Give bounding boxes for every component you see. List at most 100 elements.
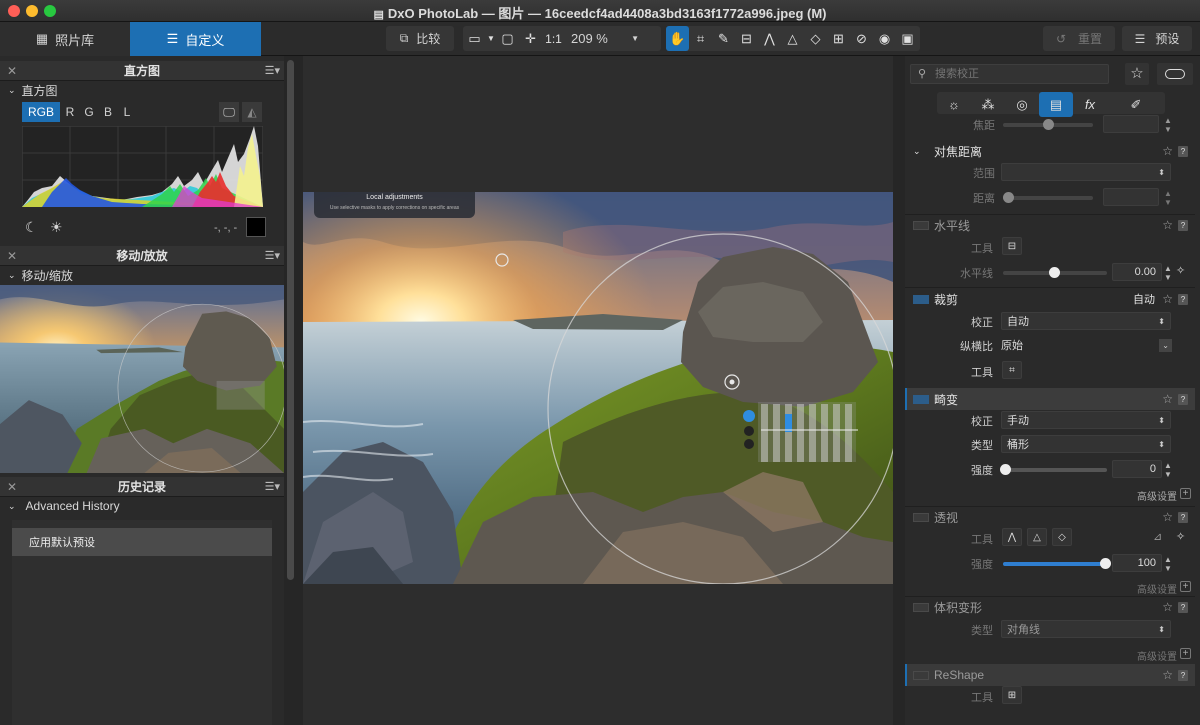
range-select[interactable]: ⬍	[1001, 163, 1171, 181]
horizon-icon[interactable]: ⊟	[735, 26, 758, 51]
highlight-clip-icon[interactable]: ☀	[50, 219, 63, 236]
star-icon[interactable]: ☆	[1162, 144, 1173, 158]
magic-wand-icon[interactable]: ✧	[1176, 264, 1185, 277]
distortion-strength-field[interactable]: 0	[1112, 460, 1162, 478]
star-icon[interactable]: ☆	[1162, 392, 1173, 406]
local-adjust-icon[interactable]: ▣	[896, 26, 919, 51]
gamut-icon[interactable]: ◭	[242, 102, 262, 122]
distortion-strength-knob[interactable]	[1000, 464, 1011, 475]
distortion-header[interactable]: 畸变 ☆?	[905, 388, 1195, 410]
distortion-type-select[interactable]: 桶形 ⬍	[1001, 435, 1171, 453]
distortion-correct-select[interactable]: 手动 ⬍	[1001, 411, 1171, 429]
help-icon[interactable]: ?	[1178, 145, 1188, 157]
expand-icon[interactable]: +	[1180, 648, 1191, 659]
expand-icon[interactable]: +	[1180, 581, 1191, 592]
panel-divider[interactable]	[893, 56, 905, 725]
preset-button[interactable]: ☰ 预设	[1122, 26, 1192, 51]
eye-icon[interactable]: ◉	[873, 26, 896, 51]
history-section[interactable]: ⌄ Advanced History	[0, 497, 120, 515]
move-icon[interactable]: ✛	[519, 26, 542, 51]
distance-knob[interactable]	[1003, 192, 1014, 203]
single-view-icon[interactable]: ▭	[463, 26, 486, 51]
volume-advanced-label[interactable]: 高级设置	[1137, 648, 1177, 663]
horizon-toggle[interactable]	[913, 220, 929, 230]
star-icon[interactable]: ☆	[1162, 218, 1173, 232]
volume-toggle[interactable]	[913, 602, 929, 612]
help-icon[interactable]: ?	[1178, 219, 1188, 231]
monitor-icon[interactable]: 🖵	[219, 102, 239, 122]
search-input[interactable]	[935, 66, 1105, 82]
help-icon[interactable]: ?	[1178, 293, 1188, 305]
star-icon[interactable]: ☆	[1162, 668, 1173, 682]
hand-tool-icon[interactable]: ✋	[666, 26, 689, 51]
reset-button[interactable]: ↺ 重置	[1043, 26, 1115, 51]
help-icon[interactable]: ?	[1178, 511, 1188, 523]
tab-customize[interactable]: ☰ 自定义	[130, 22, 261, 56]
perspective-triangle-icon[interactable]: △	[1027, 528, 1047, 546]
horizon-knob[interactable]	[1049, 267, 1060, 278]
stepper-icon[interactable]: ▲ ▼	[1164, 461, 1172, 479]
perspective-auto-icon[interactable]: ⊿	[1153, 530, 1162, 543]
channel-r[interactable]: R	[61, 102, 79, 122]
distance-slider[interactable]	[1003, 192, 1093, 203]
close-icon[interactable]: ✕	[7, 249, 17, 263]
fit-screen-icon[interactable]: ▢	[496, 26, 519, 51]
left-panel-scrollbar[interactable]	[287, 60, 294, 580]
chevron-down-icon[interactable]: ▼	[486, 26, 496, 51]
crop-header[interactable]: 裁剪 自动 ☆?	[905, 288, 1195, 310]
stepper-icon[interactable]: ▲ ▼	[1164, 555, 1172, 573]
star-icon[interactable]: ☆	[1162, 600, 1173, 614]
crop-icon[interactable]: ⌗	[689, 26, 712, 51]
main-photo[interactable]	[303, 192, 893, 584]
panel-menu-icon[interactable]: ☰▾	[265, 64, 280, 77]
crop-ratio-select[interactable]: 原始 ⌄	[996, 336, 1172, 354]
repair-icon[interactable]: ⊘	[850, 26, 873, 51]
horizon-slider[interactable]	[1003, 267, 1107, 278]
perspective-toggle[interactable]	[913, 512, 929, 522]
channel-l[interactable]: L	[118, 102, 136, 122]
help-icon[interactable]: ?	[1178, 601, 1188, 613]
magic-wand-icon[interactable]: ✧	[1176, 530, 1185, 543]
focus-value-field[interactable]	[1103, 115, 1159, 133]
tab-library[interactable]: ▦ 照片库	[0, 22, 130, 56]
distortion-advanced-label[interactable]: 高级设置	[1137, 488, 1177, 503]
eyedropper-icon[interactable]: ✎	[712, 26, 735, 51]
close-icon[interactable]: ✕	[7, 64, 17, 78]
help-icon[interactable]: ?	[1178, 669, 1188, 681]
reshape-tool-icon[interactable]: ⊞	[1002, 686, 1022, 704]
zoom-select[interactable]: 209 % ▼	[565, 26, 645, 51]
favorites-star-icon[interactable]: ☆	[1125, 63, 1149, 85]
shadow-clip-icon[interactable]: ☾	[25, 219, 38, 236]
volume-header[interactable]: 体积变形 ☆?	[905, 596, 1195, 618]
distance-value-field[interactable]	[1103, 188, 1159, 206]
perspective-advanced-label[interactable]: 高级设置	[1137, 581, 1177, 596]
stepper-icon[interactable]: ▲ ▼	[1164, 116, 1172, 134]
perspective-icon[interactable]: ⋀	[758, 26, 781, 51]
crop-correct-select[interactable]: 自动 ⬍	[1001, 312, 1171, 330]
expand-icon[interactable]: +	[1180, 488, 1191, 499]
star-icon[interactable]: ☆	[1162, 510, 1173, 524]
perspective-triangle-icon[interactable]: △	[781, 26, 804, 51]
reshape-header[interactable]: ReShape ☆?	[905, 664, 1195, 686]
search-box[interactable]: ⚲	[910, 64, 1109, 84]
crop-toggle[interactable]	[913, 294, 929, 304]
channel-b[interactable]: B	[99, 102, 117, 122]
channel-rgb[interactable]: RGB	[22, 102, 60, 122]
toggle-switch[interactable]	[1157, 63, 1193, 85]
channel-g[interactable]: G	[80, 102, 98, 122]
zoom-100-button[interactable]: 1:1	[542, 26, 565, 51]
perspective-tool-icon[interactable]: ⋀	[1002, 528, 1022, 546]
horizon-header[interactable]: 水平线 ☆?	[905, 214, 1195, 236]
navigator-thumbnail[interactable]	[0, 285, 284, 473]
perspective-strength-slider[interactable]	[1003, 558, 1111, 569]
perspective-strength-field[interactable]: 100	[1112, 554, 1162, 572]
crop-tool-icon[interactable]: ⌗	[1002, 361, 1022, 379]
perspective-header[interactable]: 透视 ☆?	[905, 506, 1195, 528]
help-icon[interactable]: ?	[1178, 393, 1188, 405]
perspective-rect-icon[interactable]: ◇	[804, 26, 827, 51]
compare-button[interactable]: ⧉ 比较	[386, 26, 454, 51]
perspective-strength-knob[interactable]	[1100, 558, 1111, 569]
distortion-strength-slider[interactable]	[1000, 464, 1107, 475]
star-icon[interactable]: ☆	[1162, 292, 1173, 306]
move-zoom-section[interactable]: ⌄ 移动/缩放	[0, 266, 73, 284]
